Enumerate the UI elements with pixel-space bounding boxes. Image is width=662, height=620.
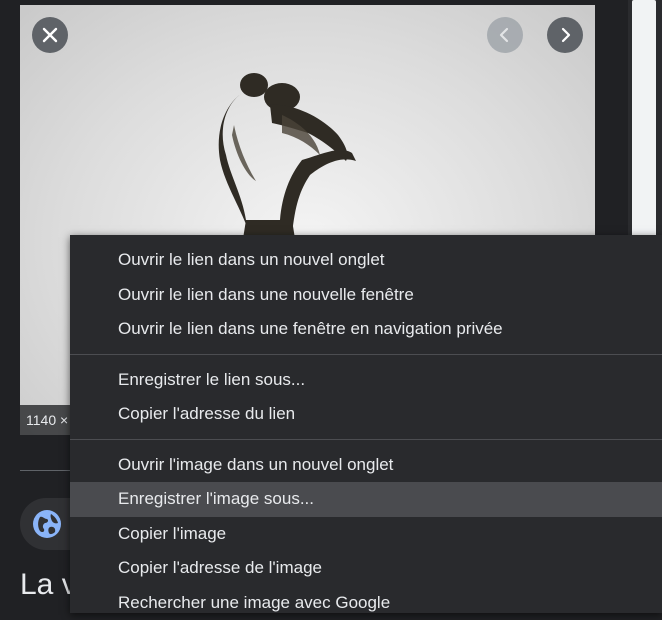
menu-item[interactable]: Enregistrer le lien sous... xyxy=(70,363,662,398)
menu-item[interactable]: Ouvrir l'image dans un nouvel onglet xyxy=(70,448,662,483)
menu-item[interactable]: Enregistrer l'image sous... xyxy=(70,482,662,517)
context-menu: Ouvrir le lien dans un nouvel ongletOuvr… xyxy=(70,235,662,613)
menu-item[interactable]: Copier l'adresse du lien xyxy=(70,397,662,432)
menu-item[interactable]: Copier l'adresse de l'image xyxy=(70,551,662,586)
menu-separator xyxy=(70,354,662,355)
result-title[interactable]: La v xyxy=(20,568,77,602)
close-icon xyxy=(40,25,60,45)
menu-item[interactable]: Copier l'image xyxy=(70,517,662,552)
globe-icon xyxy=(31,508,63,540)
menu-item[interactable]: Ouvrir le lien dans un nouvel onglet xyxy=(70,243,662,278)
chevron-left-icon xyxy=(496,26,514,44)
previous-button[interactable] xyxy=(487,17,523,53)
close-button[interactable] xyxy=(32,17,68,53)
menu-separator xyxy=(70,439,662,440)
menu-item[interactable]: Rechercher une image avec Google xyxy=(70,586,662,620)
chevron-right-icon xyxy=(556,26,574,44)
menu-item[interactable]: Ouvrir le lien dans une fenêtre en navig… xyxy=(70,312,662,347)
scrollbar-thumb[interactable] xyxy=(632,0,656,240)
next-button[interactable] xyxy=(547,17,583,53)
menu-item[interactable]: Ouvrir le lien dans une nouvelle fenêtre xyxy=(70,278,662,313)
